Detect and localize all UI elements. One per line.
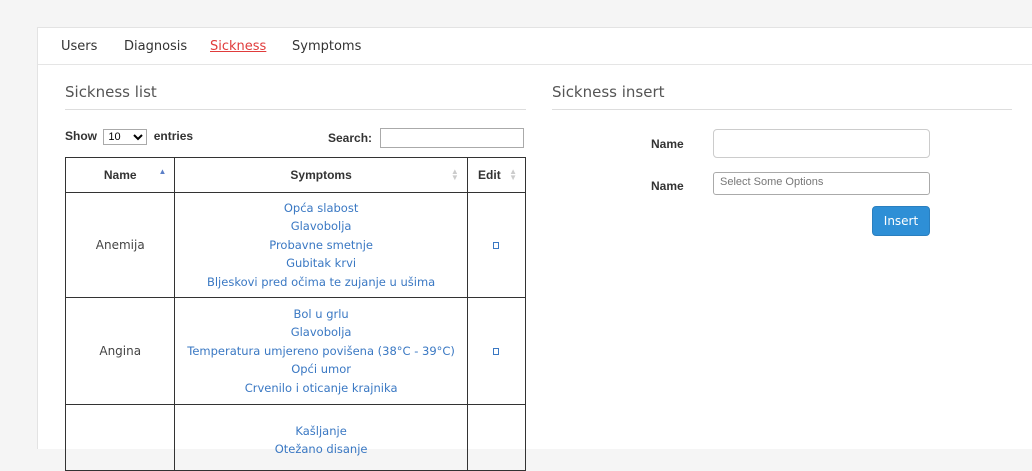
column-header-label: Edit [478, 168, 501, 182]
sickness-name: Anemija [64, 192, 176, 298]
sickness-insert-title: Sickness insert [552, 83, 665, 101]
symptoms-cell: Bol u grlu Glavobolja Temperatura umjere… [174, 297, 468, 405]
symptom-link[interactable]: Bol u grlu [175, 305, 466, 324]
show-entries: Show 10 entries [65, 129, 193, 145]
symptoms-multiselect[interactable]: Select Some Options [713, 172, 930, 195]
table-row: Kašljanje Otežano disanje [64, 404, 527, 471]
symptom-link[interactable]: Opći umor [175, 360, 466, 379]
top-nav: Users Diagnosis Sickness Symptoms [38, 28, 1032, 65]
search-input[interactable] [380, 128, 524, 148]
symptom-link[interactable]: Kašljanje [175, 422, 466, 441]
column-header-name[interactable]: Name ▲ [64, 157, 176, 193]
symptom-link[interactable]: Temperatura umjereno povišena (38°C - 39… [175, 342, 466, 361]
symptom-link[interactable]: Glavobolja [175, 217, 466, 236]
edit-icon[interactable] [493, 242, 500, 249]
insert-button[interactable]: Insert [872, 206, 930, 236]
table-row: Angina Bol u grlu Glavobolja Temperatura… [64, 297, 527, 405]
page-size-select[interactable]: 10 [103, 129, 148, 145]
symptom-link[interactable]: Glavobolja [175, 323, 466, 342]
symptom-link[interactable]: Otežano disanje [175, 440, 466, 459]
symptom-link[interactable]: Probavne smetnje [175, 236, 466, 255]
column-header-symptoms[interactable]: Symptoms ▲ ▼ [174, 157, 468, 193]
column-header-label: Name [103, 168, 137, 182]
symptom-link[interactable]: Bljeskovi pred očima te zujanje u ušima [175, 273, 466, 292]
sickness-table: Name ▲ Symptoms ▲ ▼ Edit ▲ ▼ Anemija Opća … [64, 157, 527, 471]
sort-icon: ▲ ▼ [450, 167, 459, 182]
search-label: Search: [328, 131, 373, 145]
column-header-edit[interactable]: Edit ▲ ▼ [466, 157, 527, 193]
name-label: Name [651, 137, 684, 151]
show-label: Show [65, 129, 97, 143]
main-panel: Users Diagnosis Sickness Symptoms Sickne… [37, 27, 1032, 471]
edit-cell [466, 404, 527, 471]
edit-cell [466, 192, 527, 298]
sort-icon: ▲ ▼ [509, 167, 517, 182]
entries-label: entries [153, 129, 194, 143]
nav-sickness[interactable]: Sickness [210, 39, 266, 54]
column-header-label: Symptoms [290, 168, 352, 182]
divider [65, 109, 526, 110]
symptoms-cell: Kašljanje Otežano disanje [174, 404, 468, 471]
symptom-link[interactable]: Opća slabost [175, 199, 466, 218]
symptom-link[interactable]: Crvenilo i oticanje krajnika [175, 379, 466, 398]
table-header-row: Name ▲ Symptoms ▲ ▼ Edit ▲ ▼ [64, 157, 527, 193]
sickness-name [64, 404, 176, 471]
name-input[interactable] [713, 129, 930, 158]
nav-users[interactable]: Users [61, 39, 97, 54]
divider [552, 109, 1012, 110]
edit-cell [466, 297, 527, 405]
table-row: Anemija Opća slabost Glavobolja Probavne… [64, 192, 527, 298]
sickness-name: Angina [64, 297, 176, 405]
symptom-link[interactable]: Gubitak krvi [175, 254, 466, 273]
sort-ascending-icon: ▲ [158, 167, 167, 176]
symptoms-cell: Opća slabost Glavobolja Probavne smetnje… [174, 192, 468, 298]
sickness-list-title: Sickness list [65, 83, 157, 101]
symptoms-label: Name [651, 179, 684, 193]
nav-symptoms[interactable]: Symptoms [292, 39, 361, 54]
edit-icon[interactable] [493, 348, 500, 355]
nav-diagnosis[interactable]: Diagnosis [124, 39, 187, 54]
